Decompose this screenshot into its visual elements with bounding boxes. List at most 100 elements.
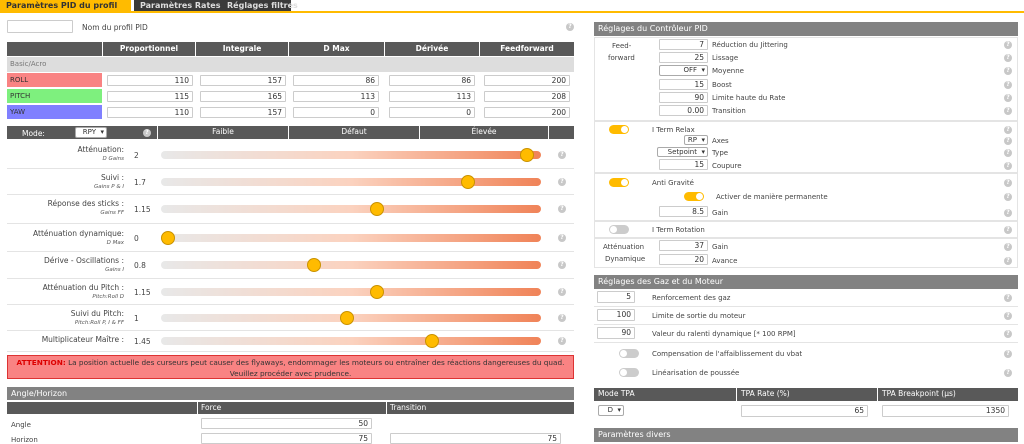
iterm-relax-cutoff-input[interactable]: 15 — [659, 159, 708, 170]
throttle-value-input[interactable]: 100 — [597, 309, 635, 321]
iterm-relax-axes-label: Axes — [712, 137, 729, 145]
pid-value-input[interactable]: 113 — [293, 91, 379, 102]
iterm-relax-axes-select[interactable]: RP — [684, 135, 708, 145]
pid-value-input[interactable]: 200 — [484, 75, 570, 86]
pid-value-input[interactable]: 0 — [293, 107, 379, 118]
tpa-breakpoint-input[interactable]: 1350 — [882, 405, 1009, 417]
help-icon[interactable]: ? — [1004, 41, 1012, 49]
pid-value-input[interactable]: 208 — [484, 91, 570, 102]
pid-value-input[interactable]: 157 — [200, 75, 286, 86]
pid-value-input[interactable]: 86 — [389, 75, 475, 86]
throttle-value-input[interactable]: 90 — [597, 327, 635, 339]
pid-value-input[interactable]: 115 — [107, 91, 193, 102]
feedforward-label-1: Feed- — [612, 42, 632, 50]
help-icon[interactable]: ? — [1004, 93, 1012, 102]
slider-track[interactable] — [161, 337, 541, 345]
help-icon[interactable]: ? — [558, 337, 566, 345]
ff-value-input[interactable]: 7 — [659, 39, 708, 50]
thrust-linear-toggle[interactable] — [619, 368, 639, 377]
help-icon[interactable]: ? — [1004, 294, 1012, 302]
ff-row-label: Moyenne — [712, 67, 744, 76]
help-icon[interactable]: ? — [1004, 126, 1012, 134]
help-icon[interactable]: ? — [1004, 179, 1012, 187]
slider-track[interactable] — [161, 234, 541, 242]
dyn-att-gain-input[interactable]: 37 — [659, 240, 708, 251]
ff-value-input[interactable]: 90 — [659, 91, 708, 103]
horizon-transition-input[interactable]: 75 — [390, 433, 561, 444]
angle-force-input[interactable]: 50 — [201, 418, 372, 429]
profile-name-input[interactable] — [7, 20, 73, 33]
help-icon[interactable]: ? — [558, 151, 566, 159]
tab-filter-settings[interactable]: Réglages filtres — [221, 0, 298, 11]
help-icon[interactable]: ? — [1004, 137, 1012, 145]
dyn-att-advance-input[interactable]: 20 — [659, 254, 708, 265]
anti-gravity-gain-input[interactable]: 8.5 — [659, 206, 708, 217]
pid-value-input[interactable]: 0 — [389, 107, 475, 118]
slider-track[interactable] — [161, 261, 541, 269]
angle-col-force: Force — [198, 402, 386, 414]
throttle-value-input[interactable]: 5 — [597, 291, 635, 303]
slider-track[interactable] — [161, 205, 541, 213]
pid-value-input[interactable]: 110 — [107, 75, 193, 86]
throttle-row-divider — [594, 324, 1018, 325]
iterm-relax-toggle[interactable] — [609, 125, 629, 134]
help-icon[interactable]: ? — [1004, 226, 1012, 234]
pid-value-input[interactable]: 165 — [200, 91, 286, 102]
help-icon[interactable]: ? — [1004, 162, 1012, 170]
pid-value-input[interactable]: 110 — [107, 107, 193, 118]
iterm-rotation-toggle[interactable] — [609, 225, 629, 234]
slider-handle[interactable] — [369, 285, 384, 299]
pid-value-input[interactable]: 157 — [200, 107, 286, 118]
slider-handle[interactable] — [369, 202, 384, 216]
slider-track[interactable] — [161, 288, 541, 296]
pid-value-input[interactable]: 200 — [484, 107, 570, 118]
horizon-force-input[interactable]: 75 — [201, 433, 372, 444]
help-icon[interactable]: ? — [1004, 257, 1012, 265]
slider-subtitle: D Gains — [102, 156, 125, 162]
slider-track[interactable] — [161, 151, 541, 159]
mode-select[interactable]: RPY — [75, 127, 107, 138]
help-icon[interactable]: ? — [1004, 312, 1012, 320]
slider-handle[interactable] — [519, 148, 534, 162]
help-icon[interactable]: ? — [1004, 107, 1012, 115]
ff-value-input[interactable]: 25 — [659, 52, 708, 64]
help-icon[interactable]: ? — [558, 234, 566, 242]
slider-handle[interactable] — [424, 334, 439, 348]
help-icon[interactable]: ? — [1004, 193, 1012, 201]
help-icon[interactable]: ? — [558, 178, 566, 186]
help-icon[interactable]: ? — [1004, 243, 1012, 251]
slider-value: 1 — [134, 314, 139, 323]
help-icon[interactable]: ? — [558, 261, 566, 269]
pid-col-derivative: Dérivée — [385, 42, 479, 56]
tab-pid-settings[interactable]: Paramètres PID du profil — [0, 0, 131, 11]
help-icon[interactable]: ? — [558, 314, 566, 322]
ff-value-input[interactable]: 0.00 — [659, 105, 708, 116]
help-icon[interactable]: ? — [143, 129, 151, 137]
tpa-mode-select[interactable]: D — [598, 405, 624, 416]
help-icon[interactable]: ? — [1004, 80, 1012, 89]
help-icon[interactable]: ? — [558, 205, 566, 213]
help-icon[interactable]: ? — [1004, 369, 1012, 377]
throttle-row-label: Renforcement des gaz — [652, 294, 731, 302]
slider-handle[interactable] — [461, 175, 476, 189]
help-icon[interactable]: ? — [1004, 209, 1012, 217]
anti-gravity-toggle[interactable] — [609, 178, 629, 187]
slider-handle[interactable] — [307, 258, 322, 272]
pid-value-input[interactable]: 113 — [389, 91, 475, 102]
help-icon[interactable]: ? — [1004, 350, 1012, 358]
iterm-relax-type-select[interactable]: Setpoint — [657, 147, 708, 157]
help-icon[interactable]: ? — [1004, 149, 1012, 157]
pid-value-input[interactable]: 86 — [293, 75, 379, 86]
help-icon[interactable]: ? — [1004, 330, 1012, 338]
ff-value-input[interactable]: 15 — [659, 78, 708, 90]
anti-gravity-permanent-toggle[interactable] — [684, 192, 704, 201]
slider-title: Atténuation dynamique: — [33, 229, 124, 238]
help-icon[interactable]: ? — [566, 23, 574, 31]
slider-handle[interactable] — [340, 311, 355, 325]
slider-track[interactable] — [161, 178, 541, 186]
slider-handle[interactable] — [161, 231, 175, 245]
tpa-rate-input[interactable]: 65 — [741, 405, 868, 417]
ff-averaging-select[interactable]: OFF — [659, 65, 708, 77]
vbat-compensation-toggle[interactable] — [619, 349, 639, 358]
help-icon[interactable]: ? — [558, 288, 566, 296]
